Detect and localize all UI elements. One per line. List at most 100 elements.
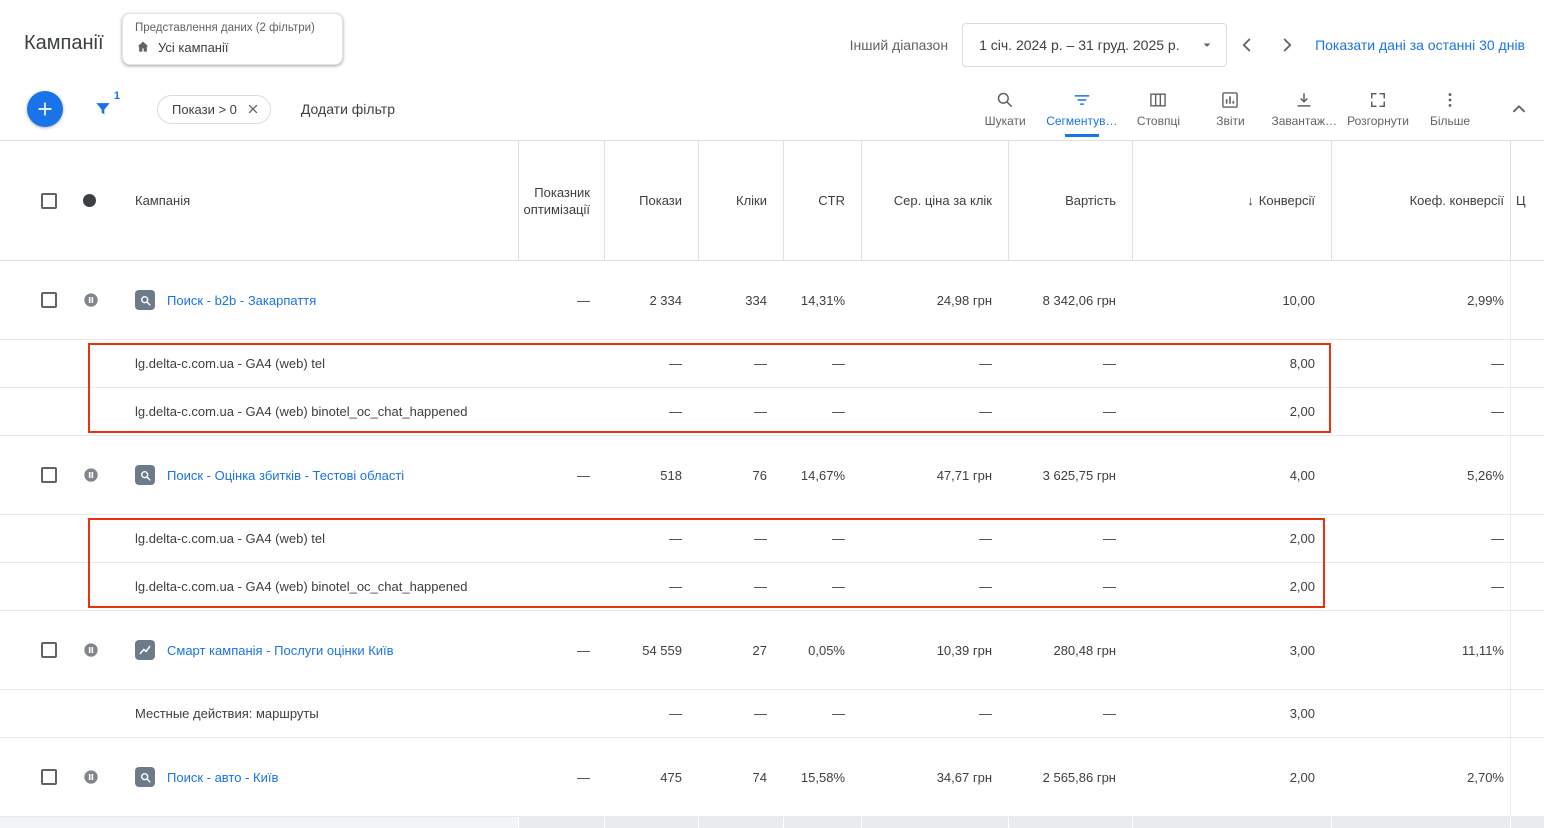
strip-cell	[0, 817, 72, 828]
campaign-name-link[interactable]: Поиск - Оцінка збитків - Тестові області	[167, 467, 404, 484]
header-select-cell	[0, 141, 72, 260]
cell-clicks: —	[698, 388, 783, 435]
toolbar-action-download[interactable]: Завантаж…	[1266, 90, 1342, 128]
home-icon	[135, 39, 151, 55]
cell-ctr: 14,31%	[783, 261, 861, 339]
strip-cell	[1132, 817, 1331, 828]
cell-cost: 3 625,75 грн	[1008, 436, 1132, 514]
cell-conv_rate	[1331, 690, 1510, 737]
header-cost[interactable]: Вартість	[1008, 141, 1132, 260]
paused-status-icon[interactable]	[83, 642, 99, 658]
filter-funnel-icon[interactable]: 1	[93, 99, 113, 119]
cell-avg_cpc: —	[861, 563, 1008, 610]
header-optimization-score[interactable]: Показник оптимізації	[518, 141, 604, 260]
row-checkbox[interactable]	[41, 769, 57, 785]
cell-clicks: 27	[698, 611, 783, 689]
header-conversions[interactable]: ↓ Конверсії	[1132, 141, 1331, 260]
search-campaign-icon	[135, 767, 155, 787]
cell-partial	[1510, 563, 1544, 610]
cell-ctr: 0,05%	[783, 611, 861, 689]
campaigns-table: Кампанія Показник оптимізації Покази Клі…	[0, 140, 1544, 828]
paused-status-icon[interactable]	[83, 467, 99, 483]
cell-conversions: 2,00	[1132, 563, 1331, 610]
toolbar-action-reports[interactable]: Звіти	[1194, 90, 1266, 128]
campaign-name-link[interactable]: Поиск - b2b - Закарпаття	[167, 292, 316, 309]
cell-opt-score: —	[518, 738, 604, 816]
cell-conversions: 4,00	[1132, 436, 1331, 514]
remove-filter-icon[interactable]	[246, 102, 260, 116]
cell-avg_cpc: —	[861, 690, 1008, 737]
cell-partial	[1510, 388, 1544, 435]
impressions-filter-chip[interactable]: Покази > 0	[157, 95, 271, 124]
date-range-selector[interactable]: 1 січ. 2024 р. – 31 груд. 2025 р.	[962, 23, 1227, 67]
cell-impressions: 518	[604, 436, 698, 514]
campaign-name-link[interactable]: Смарт кампанія - Послуги оцінки Київ	[167, 642, 394, 659]
cell-conv_rate: —	[1331, 563, 1510, 610]
cell-partial	[1510, 436, 1544, 514]
next-range-button[interactable]	[1267, 25, 1307, 65]
toolbar-action-expand[interactable]: Розгорнути	[1342, 90, 1414, 128]
cell-ctr: —	[783, 515, 861, 562]
search-campaign-icon	[135, 290, 155, 310]
header-conv-rate[interactable]: Коеф. конверсії	[1331, 141, 1510, 260]
cell-impressions: —	[604, 388, 698, 435]
add-filter-button[interactable]: Додати фільтр	[301, 101, 395, 117]
previous-range-button[interactable]	[1227, 25, 1267, 65]
add-campaign-button[interactable]	[27, 91, 63, 127]
cell-cost: —	[1008, 515, 1132, 562]
cell-avg_cpc: 47,71 грн	[861, 436, 1008, 514]
header-avg-cpc[interactable]: Сер. ціна за клік	[861, 141, 1008, 260]
cell-opt-score: —	[518, 436, 604, 514]
header-campaign[interactable]: Кампанія	[118, 141, 518, 260]
cell-impressions: —	[604, 563, 698, 610]
cell-ctr: —	[783, 388, 861, 435]
cell-conv_rate: —	[1331, 388, 1510, 435]
paused-status-icon[interactable]	[83, 769, 99, 785]
toolbar-action-more[interactable]: Більше	[1414, 90, 1486, 128]
strip-cell	[72, 817, 118, 828]
expand-icon	[1368, 90, 1388, 110]
toolbar-action-label: Шукати	[985, 114, 1026, 128]
header-ctr[interactable]: CTR	[783, 141, 861, 260]
smart-campaign-icon	[135, 640, 155, 660]
conversion-action-subrow: lg.delta-c.com.ua - GA4 (web) tel—————2,…	[0, 515, 1544, 563]
conversion-action-subrow: lg.delta-c.com.ua - GA4 (web) tel—————8,…	[0, 340, 1544, 388]
cell-ctr: —	[783, 690, 861, 737]
strip-cell	[1008, 817, 1132, 828]
paused-status-icon[interactable]	[83, 292, 99, 308]
select-all-checkbox[interactable]	[41, 193, 57, 209]
header-status-cell	[72, 141, 118, 260]
strip-cell	[1510, 817, 1544, 828]
cell-avg_cpc: 10,39 грн	[861, 611, 1008, 689]
cell-clicks: 334	[698, 261, 783, 339]
campaign-name-link[interactable]: Поиск - авто - Київ	[167, 769, 278, 786]
cell-clicks: —	[698, 340, 783, 387]
cell-conv_rate: 2,70%	[1331, 738, 1510, 816]
cell-opt-score	[518, 388, 604, 435]
table-body: Поиск - b2b - Закарпаття—2 33433414,31%2…	[0, 261, 1544, 817]
cell-avg_cpc: 34,67 грн	[861, 738, 1008, 816]
conversion-action-name: Местные действия: маршруты	[135, 706, 319, 721]
cell-cost: —	[1008, 340, 1132, 387]
row-checkbox[interactable]	[41, 467, 57, 483]
toolbar-action-segment[interactable]: Сегментув…	[1041, 90, 1122, 128]
cell-clicks: —	[698, 690, 783, 737]
show-last-30-days-link[interactable]: Показати дані за останні 30 днів	[1315, 37, 1525, 53]
cell-clicks: —	[698, 515, 783, 562]
row-checkbox[interactable]	[41, 642, 57, 658]
strip-cell	[604, 817, 698, 828]
header-impressions[interactable]: Покази	[604, 141, 698, 260]
header-clicks[interactable]: Кліки	[698, 141, 783, 260]
cell-conversions: 2,00	[1132, 515, 1331, 562]
cell-conversions: 3,00	[1132, 690, 1331, 737]
segment-icon	[1072, 90, 1092, 110]
toolbar-action-search[interactable]: Шукати	[969, 90, 1041, 128]
campaign-row: Смарт кампанія - Послуги оцінки Київ—54 …	[0, 611, 1544, 690]
cell-cost: 280,48 грн	[1008, 611, 1132, 689]
data-view-card[interactable]: Представлення даних (2 фільтри) Усі камп…	[122, 13, 343, 65]
row-checkbox[interactable]	[41, 292, 57, 308]
collapse-panel-button[interactable]	[1508, 98, 1530, 120]
conversion-action-subrow: lg.delta-c.com.ua - GA4 (web) binotel_oc…	[0, 563, 1544, 611]
sort-descending-icon: ↓	[1247, 193, 1254, 208]
toolbar-action-columns[interactable]: Стовпці	[1122, 90, 1194, 128]
